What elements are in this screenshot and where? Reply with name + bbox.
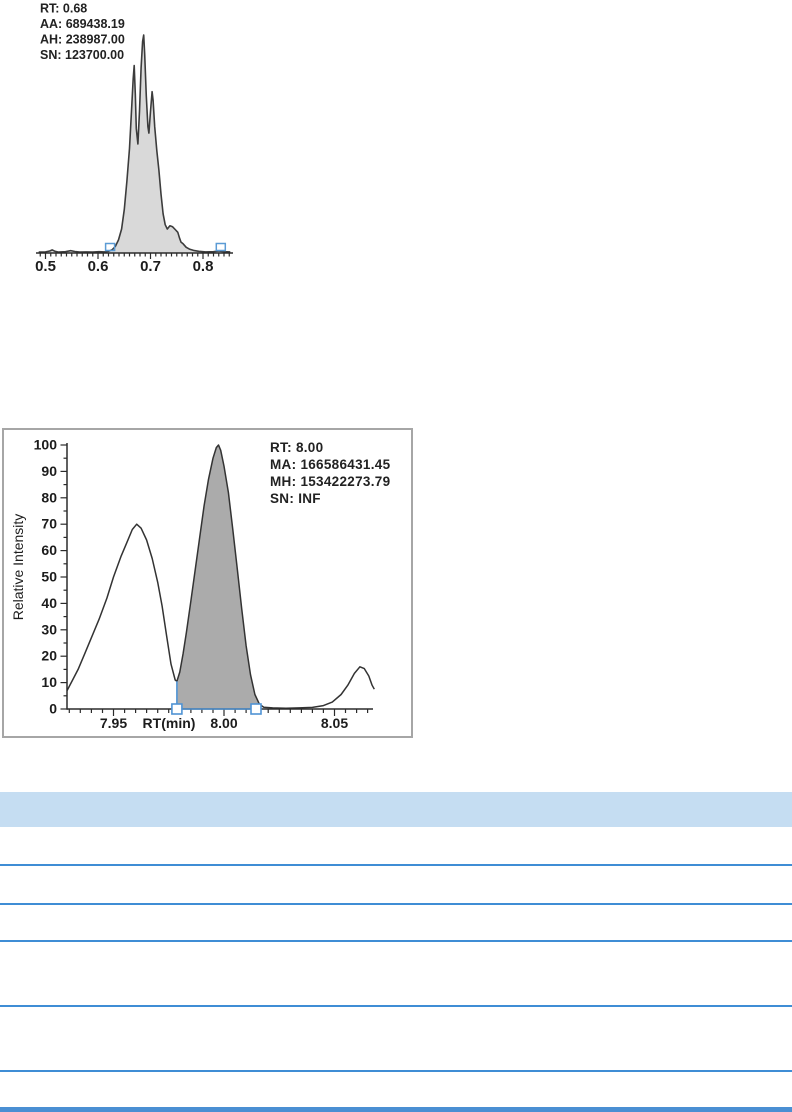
peak-annotation-line: RT: 8.00 [270,440,323,455]
integrated-peak-fill [176,445,262,709]
table-row [0,1072,792,1107]
y-tick-label: 90 [41,463,57,479]
y-tick-label: 40 [41,595,57,611]
y-tick-label: 50 [41,569,57,585]
peak-annotation-line: RT: 0.68 [40,2,87,16]
peak-annotation-line: AH: 238987.00 [40,33,125,47]
x-tick-label: 0.8 [193,258,214,275]
peak-annotation-line: MA: 166586431.45 [270,457,391,472]
x-tick-label: 8.05 [321,715,348,731]
x-tick-label: 0.6 [88,258,109,275]
x-axis-title: RT(min) [143,715,196,731]
x-tick-label: 0.7 [140,258,161,275]
y-axis-ticks [60,444,67,710]
y-tick-label: 80 [41,489,57,505]
y-tick-label: 30 [41,621,57,637]
integration-handle[interactable] [250,703,262,715]
integration-handle[interactable] [215,242,227,252]
y-tick-label: 0 [49,701,57,717]
table-row [0,827,792,866]
table-bottom-bar [0,1107,792,1112]
y-tick-label: 100 [34,437,58,453]
table-row [0,905,792,942]
chromatogram-main: 0 10 20 30 40 50 60 70 80 90 100 7.95 8.00 8.05 RT(min… [10,437,391,732]
y-tick-label: 20 [41,648,57,664]
results-table [0,792,792,1112]
peak-annotation-line: MH: 153422273.79 [270,474,390,489]
table-row [0,1007,792,1072]
y-tick-label: 70 [41,516,57,532]
results-table-header [0,792,792,827]
x-tick-label: 0.5 [35,258,56,275]
peak-annotation-line: AA: 689438.19 [40,17,125,31]
x-tick-label: 8.00 [210,715,237,731]
x-tick-label: 7.95 [100,715,127,731]
chromatogram-small: 0.5 0.6 0.7 0.8 RT: 0.68AA: 689438.19 AH: 238… [35,2,233,275]
peak-annotation-line: SN: INF [270,491,321,506]
chromatogram-main-frame: 0 10 20 30 40 50 60 70 80 90 100 7.95 8.00 8.05 RT(min… [2,428,413,738]
table-row [0,942,792,1007]
peak-annotation-line: SN: 123700.00 [40,48,124,62]
y-axis-title: Relative Intensity [10,514,26,621]
report-page: 0.5 0.6 0.7 0.8 RT: 0.68 AA: 689438.19 AH: 238… [0,0,792,1112]
y-tick-label: 10 [41,674,57,690]
y-tick-label: 60 [41,542,57,558]
integration-handle[interactable] [171,703,183,715]
table-row [0,866,792,905]
